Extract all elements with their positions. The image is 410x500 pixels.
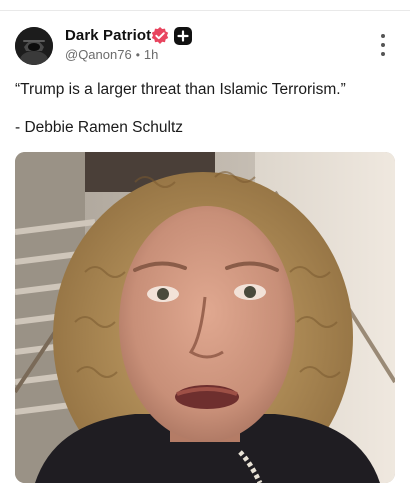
post-time[interactable]: 1h bbox=[144, 47, 158, 62]
hooded-figure-icon bbox=[15, 27, 53, 65]
plus-badge-icon bbox=[174, 27, 192, 45]
author-display-name[interactable]: Dark Patriot bbox=[65, 27, 151, 44]
author-badges bbox=[150, 26, 193, 46]
post-media-image[interactable] bbox=[15, 152, 395, 483]
author-handle[interactable]: @Qanon76 bbox=[65, 47, 132, 62]
post-quote: “Trump is a larger threat than Islamic T… bbox=[15, 81, 346, 98]
post-body: “Trump is a larger threat than Islamic T… bbox=[15, 80, 395, 138]
avatar[interactable] bbox=[15, 27, 53, 65]
post-meta: @Qanon76 • 1h bbox=[65, 47, 158, 62]
media-photo-illustration bbox=[15, 152, 395, 483]
meta-separator: • bbox=[135, 47, 140, 62]
more-options-icon[interactable] bbox=[376, 34, 390, 56]
top-divider bbox=[0, 10, 410, 11]
post-attribution: - Debbie Ramen Schultz bbox=[15, 119, 183, 136]
verified-badge-icon bbox=[151, 27, 169, 44]
